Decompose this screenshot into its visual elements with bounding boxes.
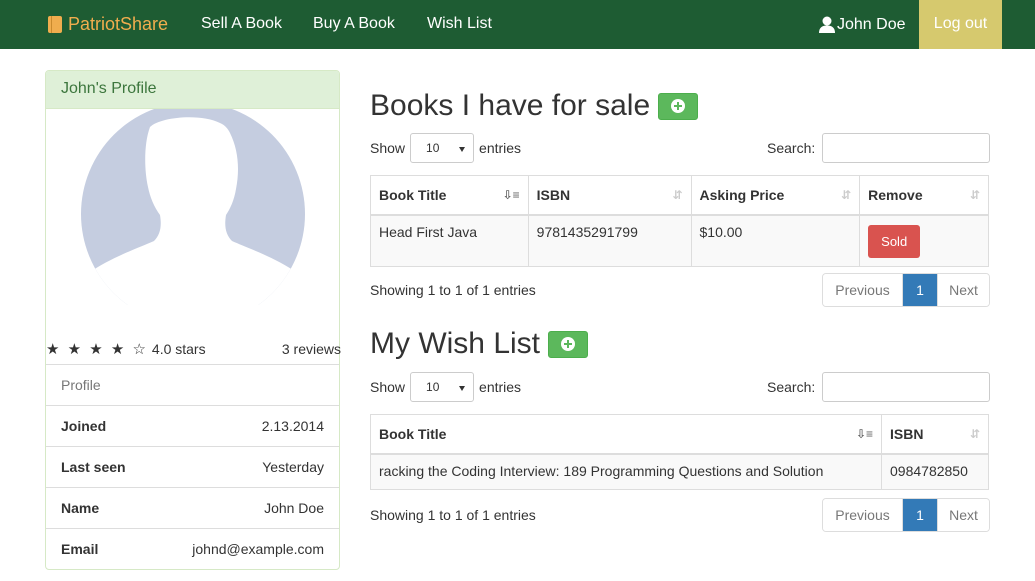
col-label: Remove xyxy=(868,186,923,203)
row-value: 2.13.2014 xyxy=(261,418,324,434)
add-sale-button[interactable] xyxy=(658,92,699,120)
entries-label: entries xyxy=(479,140,522,156)
row-key: Joined xyxy=(61,418,107,434)
sale-search-label: Search: xyxy=(767,140,816,156)
sale-entries-select[interactable]: 10 xyxy=(410,133,475,163)
logout-button[interactable]: Log out xyxy=(919,0,1002,49)
user-name: John Doe xyxy=(837,15,906,33)
entries-label: entries xyxy=(479,379,522,395)
col-label: ISBN xyxy=(536,186,571,203)
sale-table: Book Title ⇩≡ ISBN ⇵ Asking Price ⇵ Remove ⇵… xyxy=(370,175,989,267)
col-label: Book Title xyxy=(379,425,447,442)
wish-length-control: Show 10 entries xyxy=(370,372,521,402)
show-label: Show xyxy=(370,140,406,156)
profile-section-label: Profile xyxy=(46,364,339,405)
profile-row-email: Email johnd@example.com xyxy=(46,528,339,569)
user-menu[interactable]: John Doe xyxy=(819,0,906,49)
page-1-button[interactable]: 1 xyxy=(903,274,937,306)
wish-table: Book Title ⇩≡ ISBN ⇵ racking the Coding In… xyxy=(369,414,989,490)
col-isbn[interactable]: ISBN ⇵ xyxy=(881,414,989,455)
sold-button[interactable]: Sold xyxy=(868,224,921,258)
wish-pagination: Previous 1 Next xyxy=(822,498,990,532)
page-1-button[interactable]: 1 xyxy=(903,499,937,531)
nav-wish-list[interactable]: Wish List xyxy=(427,0,492,49)
wish-table-info: Showing 1 to 1 of 1 entries xyxy=(370,507,536,523)
row-key: Name xyxy=(61,500,100,516)
col-label: Asking Price xyxy=(699,186,785,203)
brand-label: PatriotShare xyxy=(68,14,169,34)
row-key: Last seen xyxy=(61,459,126,475)
wish-entries-select[interactable]: 10 xyxy=(410,372,475,402)
row-key: Email xyxy=(61,541,99,557)
sale-length-control: Show 10 entries xyxy=(370,133,521,163)
sale-pagination: Previous 1 Next xyxy=(822,273,990,307)
add-wish-button[interactable] xyxy=(548,330,589,358)
sale-heading-text: Books I have for sale xyxy=(370,89,651,122)
col-remove[interactable]: Remove ⇵ xyxy=(859,175,989,216)
profile-row-joined: Joined 2.13.2014 xyxy=(46,405,339,446)
profile-panel: John's Profile ★ ★ ★ ★ ☆ 4.0 stars 3 rev… xyxy=(45,70,341,570)
sort-icon: ⇵ xyxy=(672,188,683,202)
rating-row: ★ ★ ★ ★ ☆ 4.0 stars 3 reviews xyxy=(46,334,341,364)
book-icon xyxy=(48,16,62,33)
cell-title: racking the Coding Interview: 189 Progra… xyxy=(369,453,883,490)
table-row: Head First Java 9781435291799 $10.00 Sol… xyxy=(370,214,989,267)
sale-heading: Books I have for sale xyxy=(370,89,699,123)
next-button[interactable]: Next xyxy=(937,499,989,531)
row-value: johnd@example.com xyxy=(192,541,324,557)
next-button[interactable]: Next xyxy=(937,274,989,306)
wish-heading: My Wish List xyxy=(370,327,589,361)
sort-icon: ⇵ xyxy=(841,188,852,202)
show-label: Show xyxy=(370,379,406,395)
navbar: PatriotShare Sell A Book Buy A Book Wish… xyxy=(0,0,1035,49)
sale-search-input[interactable] xyxy=(822,133,990,163)
sort-asc-icon: ⇩≡ xyxy=(502,188,520,202)
wish-heading-text: My Wish List xyxy=(370,327,541,360)
col-asking-price[interactable]: Asking Price ⇵ xyxy=(690,175,861,216)
col-isbn[interactable]: ISBN ⇵ xyxy=(527,175,692,216)
col-book-title[interactable]: Book Title ⇩≡ xyxy=(369,414,883,455)
previous-button[interactable]: Previous xyxy=(823,499,903,531)
cell-isbn: 9781435291799 xyxy=(527,214,692,267)
user-icon xyxy=(819,16,835,33)
brand-link[interactable]: PatriotShare xyxy=(48,0,168,49)
nav-buy-a-book[interactable]: Buy A Book xyxy=(313,0,395,49)
table-row: racking the Coding Interview: 189 Progra… xyxy=(369,453,989,490)
row-value: John Doe xyxy=(264,500,324,516)
cell-isbn: 0984782850 xyxy=(881,453,989,490)
rating-stars: ★ ★ ★ ★ ☆ xyxy=(46,341,148,358)
sort-asc-icon: ⇩≡ xyxy=(855,427,874,441)
col-label: ISBN xyxy=(890,425,924,442)
sort-icon: ⇵ xyxy=(969,427,980,441)
avatar-placeholder-icon xyxy=(81,109,305,305)
nav-sell-a-book[interactable]: Sell A Book xyxy=(201,0,282,49)
rating-label: 4.0 stars xyxy=(151,341,206,357)
wish-search-label: Search: xyxy=(767,379,816,395)
col-label: Book Title xyxy=(379,186,447,203)
previous-button[interactable]: Previous xyxy=(823,274,903,306)
wish-search-input[interactable] xyxy=(822,372,990,402)
cell-price: $10.00 xyxy=(690,214,861,267)
plus-circle-icon xyxy=(561,337,576,351)
sort-icon: ⇵ xyxy=(969,188,980,202)
sale-table-info: Showing 1 to 1 of 1 entries xyxy=(370,282,536,298)
col-book-title[interactable]: Book Title ⇩≡ xyxy=(370,175,529,216)
profile-row-name: Name John Doe xyxy=(46,487,339,528)
reviews-count[interactable]: 3 reviews xyxy=(282,341,341,357)
row-value: Yesterday xyxy=(262,459,324,475)
profile-title: John's Profile xyxy=(46,71,339,109)
plus-circle-icon xyxy=(671,99,686,113)
profile-row-last-seen: Last seen Yesterday xyxy=(46,446,339,487)
cell-title: Head First Java xyxy=(370,214,529,267)
cell-remove: Sold xyxy=(859,214,989,267)
